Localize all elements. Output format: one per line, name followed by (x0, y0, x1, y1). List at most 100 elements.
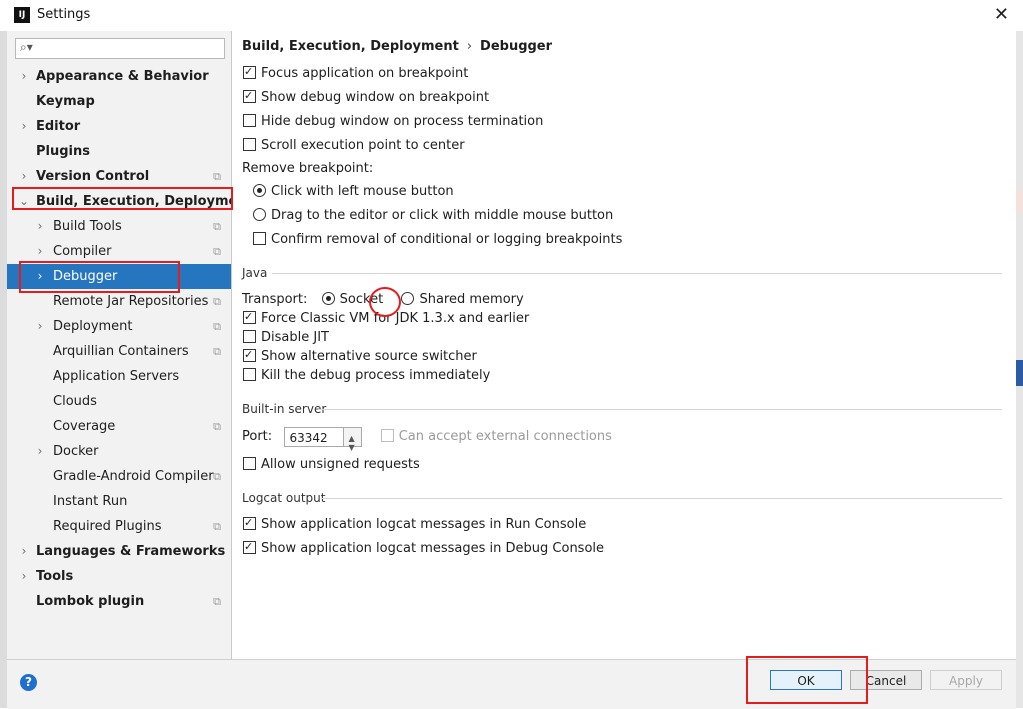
chevron-right-icon[interactable]: › (35, 264, 45, 289)
port-spinner[interactable]: ▲ ▼ (344, 426, 363, 452)
sidebar-item-label: Editor (36, 119, 81, 134)
cancel-button[interactable]: Cancel (850, 670, 922, 690)
sidebar-item-languages-frameworks[interactable]: › Languages & Frameworks (7, 539, 231, 564)
logcat-debug-console-label: Show application logcat messages in Debu… (261, 541, 605, 556)
settings-tree: › Appearance & Behavior Keymap › Editor Plugi… (7, 64, 253, 614)
close-icon[interactable]: ✕ (994, 4, 1009, 25)
chevron-right-icon[interactable]: › (35, 239, 45, 264)
logcat-debug-console-option[interactable]: Show application logcat messages in Debu… (243, 538, 605, 558)
transport-row: Transport: Socket Shared memory (242, 291, 524, 309)
sidebar-item-arquillian-containers[interactable]: Arquillian Containers ⧉ (7, 339, 231, 364)
sidebar-item-tools[interactable]: › Tools (7, 564, 231, 589)
chevron-right-icon[interactable]: › (19, 114, 29, 139)
sidebar-item-label: Tools (36, 569, 74, 584)
project-level-icon: ⧉ (213, 420, 221, 433)
help-icon[interactable]: ? (20, 674, 37, 691)
scroll-exec-checkbox[interactable] (243, 138, 256, 151)
breadcrumb-separator-icon: › (466, 39, 473, 54)
project-level-icon: ⧉ (213, 520, 221, 533)
sidebar-item-label: Coverage (53, 419, 116, 434)
sidebar-item-editor[interactable]: › Editor (7, 114, 231, 139)
socket-radio[interactable] (321, 292, 335, 305)
drag-editor-option[interactable]: Drag to the editor or click with middle … (253, 207, 613, 225)
remove-breakpoint-label: Remove breakpoint: (242, 161, 374, 176)
sidebar-item-build-execution-deployment[interactable]: ⌄ Build, Execution, Deployment (7, 189, 253, 214)
chevron-right-icon[interactable]: › (35, 214, 45, 239)
shared-memory-label: Shared memory (419, 292, 524, 307)
confirm-removal-checkbox[interactable] (253, 232, 266, 245)
external-connections-checkbox (380, 429, 394, 442)
project-level-icon: ⧉ (213, 345, 221, 358)
chevron-right-icon[interactable]: › (35, 314, 45, 339)
socket-label: Socket (339, 292, 384, 307)
search-input[interactable]: ⌕▾ (15, 38, 225, 59)
sidebar-item-deployment[interactable]: › Deployment ⧉ (7, 314, 231, 339)
chevron-right-icon[interactable]: › (35, 439, 45, 464)
click-left-radio[interactable] (253, 184, 266, 197)
chevron-right-icon[interactable]: › (19, 64, 29, 89)
hide-debug-checkbox[interactable] (243, 114, 256, 127)
show-debug-checkbox[interactable] (243, 87, 256, 105)
disable-jit-option[interactable]: Disable JIT (243, 329, 329, 347)
scroll-exec-option[interactable]: Scroll execution point to center (243, 137, 465, 155)
sidebar-item-version-control[interactable]: › Version Control ⧉ (7, 164, 231, 189)
kill-debug-checkbox[interactable] (243, 368, 256, 381)
focus-app-checkbox[interactable] (243, 63, 256, 81)
unsigned-requests-checkbox[interactable] (243, 457, 256, 470)
sidebar-item-instant-run[interactable]: Instant Run (7, 489, 231, 514)
disable-jit-checkbox[interactable] (243, 330, 256, 343)
title-bar: IJ Settings ✕ (0, 0, 1023, 31)
hide-debug-label: Hide debug window on process termination (261, 114, 544, 129)
port-input[interactable]: 63342 (284, 426, 345, 447)
sidebar-item-remote-jar-repositories[interactable]: Remote Jar Repositories ⧉ (7, 289, 231, 314)
drag-editor-label: Drag to the editor or click with middle … (271, 208, 614, 223)
sidebar-item-lombok-plugin[interactable]: Lombok plugin ⧉ (7, 589, 231, 614)
sidebar-item-application-servers[interactable]: Application Servers (7, 364, 231, 389)
ok-button[interactable]: OK (770, 670, 842, 690)
sidebar-item-label: Gradle-Android Compiler (53, 469, 214, 484)
sidebar-item-appearance-behavior[interactable]: › Appearance & Behavior (7, 64, 231, 89)
external-connections-label: Can accept external connections (398, 429, 612, 444)
sidebar-item-plugins[interactable]: Plugins (7, 139, 231, 164)
port-row: Port: 63342 ▲ ▼ Can accept external connec… (242, 426, 612, 452)
sidebar-item-docker[interactable]: › Docker (7, 439, 231, 464)
sidebar-item-keymap[interactable]: Keymap (7, 89, 231, 114)
logcat-run-console-option[interactable]: Show application logcat messages in Run … (243, 514, 586, 534)
show-debug-option[interactable]: Show debug window on breakpoint (243, 87, 489, 107)
logcat-debug-console-checkbox[interactable] (243, 538, 256, 556)
chevron-down-icon[interactable]: ⌄ (19, 189, 29, 214)
sidebar-item-clouds[interactable]: Clouds (7, 389, 231, 414)
kill-debug-option[interactable]: Kill the debug process immediately (243, 367, 490, 385)
shared-memory-radio[interactable] (401, 292, 415, 305)
click-left-label: Click with left mouse button (271, 184, 454, 199)
project-level-icon: ⧉ (213, 595, 221, 608)
sidebar-item-coverage[interactable]: Coverage ⧉ (7, 414, 231, 439)
sidebar-item-gradle-android-compiler[interactable]: Gradle-Android Compiler ⧉ (7, 464, 231, 489)
focus-app-option[interactable]: Focus application on breakpoint (243, 63, 468, 83)
alt-source-option[interactable]: Show alternative source switcher (243, 346, 477, 366)
chevron-right-icon[interactable]: › (19, 539, 29, 564)
alt-source-label: Show alternative source switcher (261, 349, 477, 364)
confirm-removal-option[interactable]: Confirm removal of conditional or loggin… (253, 231, 622, 249)
project-level-icon: ⧉ (213, 170, 221, 183)
apply-button[interactable]: Apply (930, 670, 1002, 690)
sidebar-item-compiler[interactable]: › Compiler ⧉ (7, 239, 231, 264)
click-left-option[interactable]: Click with left mouse button (253, 183, 454, 201)
chevron-right-icon[interactable]: › (19, 164, 29, 189)
intellij-app-icon: IJ (14, 7, 30, 23)
hide-debug-option[interactable]: Hide debug window on process termination (243, 113, 543, 131)
chevron-right-icon[interactable]: › (19, 564, 29, 589)
sidebar-item-required-plugins[interactable]: Required Plugins ⧉ (7, 514, 231, 539)
sidebar-item-label: Remote Jar Repositories (53, 294, 209, 309)
force-classic-option[interactable]: Force Classic VM for JDK 1.3.x and earli… (243, 308, 529, 328)
logcat-run-console-checkbox[interactable] (243, 514, 256, 532)
unsigned-requests-option[interactable]: Allow unsigned requests (243, 456, 420, 474)
sidebar-item-debugger[interactable]: › Debugger (7, 264, 231, 289)
force-classic-checkbox[interactable] (243, 308, 256, 326)
background-strip (1016, 360, 1023, 386)
sidebar-item-build-tools[interactable]: › Build Tools ⧉ (7, 214, 231, 239)
sidebar-item-label: Keymap (36, 94, 95, 109)
drag-editor-radio[interactable] (253, 208, 266, 221)
confirm-removal-label: Confirm removal of conditional or loggin… (271, 232, 623, 247)
alt-source-checkbox[interactable] (243, 346, 256, 364)
